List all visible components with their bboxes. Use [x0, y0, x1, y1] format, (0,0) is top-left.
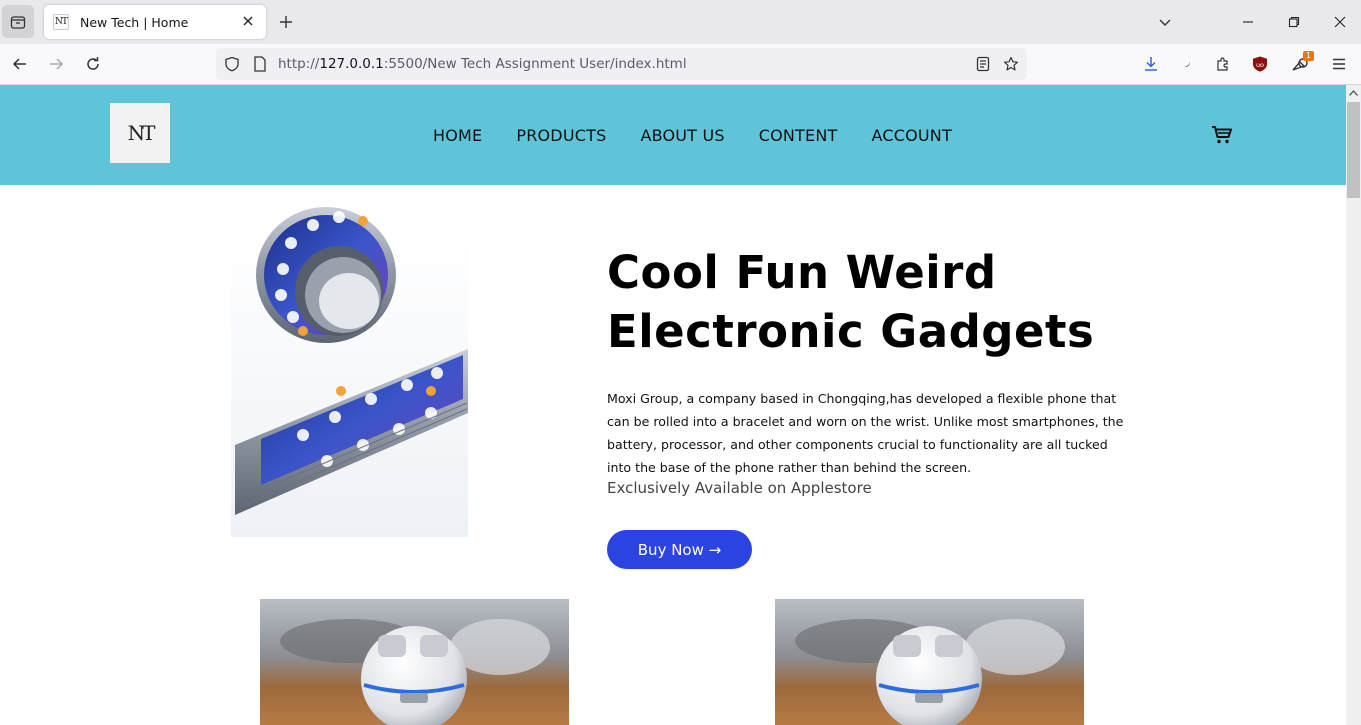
hero-product-image [231, 203, 468, 537]
shopping-cart-icon [1212, 126, 1232, 144]
minimize-button[interactable] [1238, 12, 1258, 32]
extension-badge-button[interactable]: 1 [1291, 51, 1314, 74]
close-window-button[interactable] [1330, 12, 1350, 32]
page-viewport: NT HOME PRODUCTS ABOUT US CONTENT ACCOUN… [0, 85, 1346, 725]
navigation-toolbar: http://127.0.0.1:5500/New Tech Assignmen… [0, 44, 1361, 85]
chevron-up-icon [1349, 90, 1358, 96]
arrow-right-icon [50, 58, 64, 70]
buy-now-button[interactable]: Buy Now → [607, 530, 752, 569]
restore-button[interactable] [1284, 12, 1304, 32]
ublock-shield-icon: uo [1253, 56, 1267, 72]
hero-description: Moxi Group, a company based in Chongqing… [607, 391, 1124, 475]
page-icon [254, 56, 266, 72]
close-icon [1334, 16, 1346, 28]
tab-list-icon [10, 15, 26, 29]
back-button[interactable] [10, 54, 30, 74]
product-card-image[interactable] [260, 599, 569, 725]
scrollbar-thumb[interactable] [1347, 102, 1360, 198]
site-header: NT HOME PRODUCTS ABOUT US CONTENT ACCOUN… [0, 85, 1346, 185]
minimize-icon [1243, 21, 1253, 23]
forward-button[interactable] [46, 54, 66, 74]
logo-text: NT [127, 121, 156, 145]
main-nav: HOME PRODUCTS ABOUT US CONTENT ACCOUNT [433, 126, 952, 145]
chevron-down-icon [1159, 19, 1171, 26]
app-menu-button[interactable] [1329, 54, 1349, 74]
hero-headline: Cool Fun Weird Electronic Gadgets [607, 243, 1167, 361]
download-icon [1145, 57, 1157, 71]
restore-icon [1288, 16, 1300, 28]
tab-active[interactable]: NT New Tech | Home [44, 5, 266, 39]
reader-view-button[interactable] [973, 54, 993, 74]
availability-text: Exclusively Available on Applestore [607, 479, 872, 497]
reload-button[interactable] [83, 54, 103, 74]
url-scheme: http:// [278, 56, 320, 72]
star-icon [1003, 56, 1019, 71]
close-icon [243, 16, 253, 26]
site-logo[interactable]: NT [110, 103, 170, 163]
downloads-button[interactable] [1141, 54, 1161, 74]
tab-overflow-button[interactable] [1155, 12, 1175, 32]
tab-close-button[interactable] [240, 13, 256, 29]
url-bar[interactable]: http://127.0.0.1:5500/New Tech Assignmen… [216, 48, 1027, 80]
hamburger-icon [1333, 58, 1345, 70]
tab-list-button[interactable] [2, 5, 34, 38]
tab-title: New Tech | Home [80, 14, 189, 30]
vertical-scrollbar[interactable] [1346, 85, 1361, 725]
extension-dot-icon [1184, 61, 1190, 68]
extension-badge: 1 [1302, 51, 1314, 61]
nav-content[interactable]: CONTENT [759, 126, 838, 145]
ublock-button[interactable]: uo [1250, 54, 1270, 74]
favicon: NT [53, 14, 69, 30]
reader-view-icon [976, 56, 990, 72]
nav-home[interactable]: HOME [433, 126, 482, 145]
tab-bar: NT New Tech | Home [0, 0, 1361, 44]
url-host: 127.0.0.1 [319, 56, 384, 72]
url-text[interactable]: http://127.0.0.1:5500/New Tech Assignmen… [278, 56, 687, 72]
extensions-button[interactable] [1213, 54, 1233, 74]
nav-products[interactable]: PRODUCTS [516, 126, 606, 145]
arrow-left-icon [12, 58, 26, 70]
headline-line-1: Cool Fun Weird [607, 246, 997, 299]
tracking-protection-button[interactable] [222, 54, 242, 74]
headline-line-2: Electronic Gadgets [607, 305, 1095, 358]
url-path: :5500/New Tech Assignment User/index.htm… [383, 56, 687, 72]
new-tab-button[interactable] [276, 12, 296, 32]
shield-icon [225, 56, 239, 72]
bookmark-button[interactable] [1001, 54, 1021, 74]
nav-about-us[interactable]: ABOUT US [640, 126, 724, 145]
cart-button[interactable] [1211, 125, 1233, 145]
puzzle-icon [1217, 57, 1228, 71]
extension-button[interactable] [1177, 54, 1197, 74]
svg-text:uo: uo [1256, 61, 1264, 69]
nav-account[interactable]: ACCOUNT [871, 126, 951, 145]
scroll-up-button[interactable] [1346, 85, 1361, 101]
product-card-image[interactable] [775, 599, 1084, 725]
reload-icon [87, 57, 99, 70]
plus-icon [280, 16, 292, 28]
page-info-button[interactable] [250, 54, 270, 74]
